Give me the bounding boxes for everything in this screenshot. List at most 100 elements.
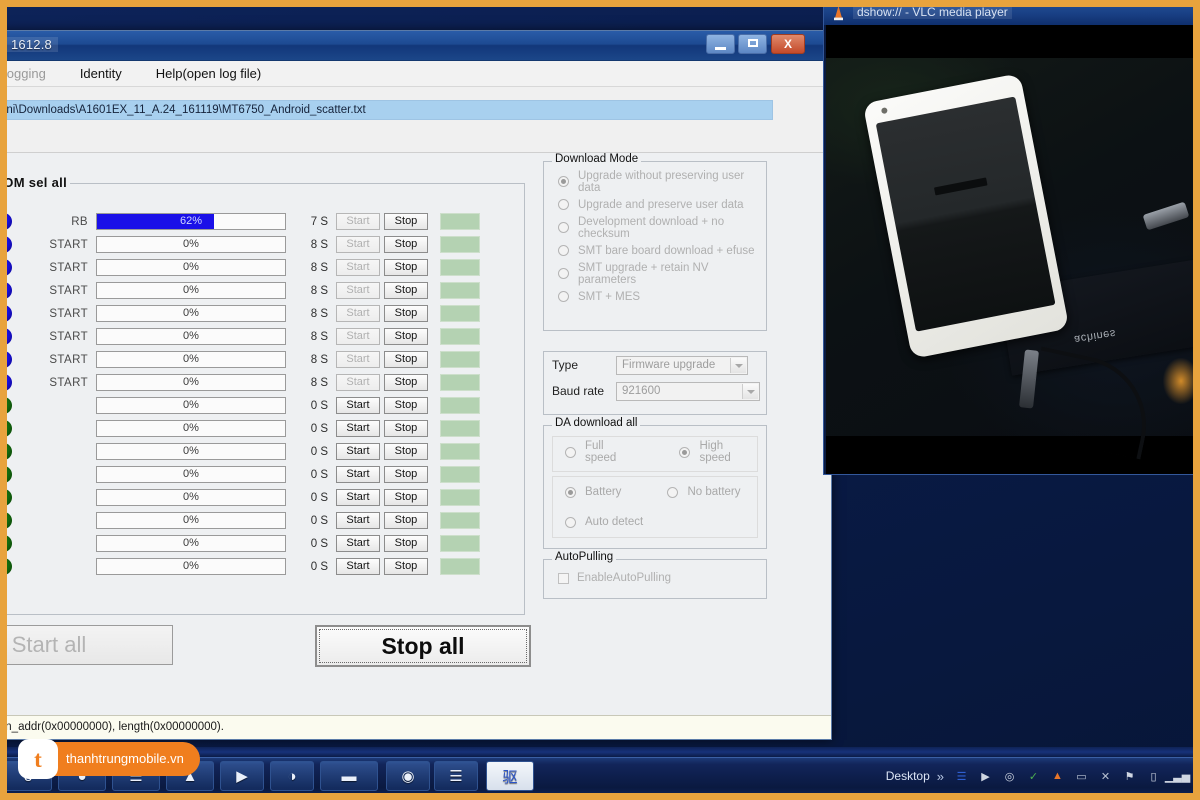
radio-button-icon[interactable]	[558, 245, 569, 256]
chevron-down-icon[interactable]	[730, 358, 746, 373]
download-mode-option[interactable]: Development download + no checksum	[544, 216, 766, 239]
maximize-button[interactable]	[738, 34, 767, 54]
radio-button-icon[interactable]	[558, 291, 569, 302]
minimize-button[interactable]	[706, 34, 735, 54]
taskbar-file-explorer-button[interactable]: ▬	[320, 761, 378, 791]
da-battery-option[interactable]: No battery	[667, 486, 740, 498]
port-start-button[interactable]: Start	[336, 535, 380, 552]
chevron-right-icon[interactable]: »	[937, 769, 944, 784]
scatter-file-path-field[interactable]: ers\arjuni\Downloads\A1601EX_11_A.24_161…	[0, 100, 773, 120]
port-stop-button[interactable]: Stop	[384, 558, 428, 575]
menu-identity[interactable]: Identity	[76, 64, 126, 83]
port-stop-button[interactable]: Stop	[384, 512, 428, 529]
taskbar-chinese-app-button[interactable]: 驱	[486, 761, 534, 791]
port-start-button[interactable]: Start	[336, 489, 380, 506]
enable-autopulling-row[interactable]: EnableAutoPulling	[544, 564, 766, 592]
radio-button-icon[interactable]	[558, 222, 569, 233]
download-mode-option[interactable]: SMT upgrade + retain NV parameters	[544, 262, 766, 285]
tray-flashtool-icon[interactable]: ☰	[953, 768, 970, 785]
port-stop-button[interactable]: Stop	[384, 328, 428, 345]
tray-signal-icon[interactable]: ▁▃▅	[1169, 768, 1186, 785]
tray-flag-icon[interactable]: ⚑	[1121, 768, 1138, 785]
port-progress-bar: 0%	[96, 351, 286, 368]
da-speed-option[interactable]: High speed	[679, 440, 757, 464]
port-stop-button[interactable]: Stop	[384, 213, 428, 230]
menu-help-open-log-file[interactable]: Help(open log file)	[152, 64, 266, 83]
port-progress-bar: 0%	[96, 397, 286, 414]
stop-all-button[interactable]: Stop all	[315, 625, 531, 667]
port-start-button[interactable]: Start	[336, 236, 380, 253]
flashtool-titlebar[interactable]: 1612.8 X	[0, 31, 831, 61]
da-battery-option[interactable]: Auto detect	[565, 516, 643, 528]
tray-shield-icon[interactable]: ✓	[1025, 768, 1042, 785]
port-stop-button[interactable]: Stop	[384, 305, 428, 322]
download-mode-option[interactable]: SMT + MES	[544, 285, 766, 308]
port-stop-button[interactable]: Stop	[384, 236, 428, 253]
tray-vlc-icon[interactable]: ▲	[1049, 768, 1066, 785]
port-stop-button[interactable]: Stop	[384, 443, 428, 460]
taskbar-chrome-button[interactable]: ◉	[386, 761, 430, 791]
flashtool-menubar: ebug Logging Identity Help(open log file…	[0, 61, 831, 87]
da-speed-option[interactable]: Full speed	[565, 440, 637, 464]
port-start-button[interactable]: Start	[336, 443, 380, 460]
radio-button-icon[interactable]	[565, 487, 576, 498]
port-stop-button[interactable]: Stop	[384, 489, 428, 506]
enable-autopulling-checkbox[interactable]	[558, 573, 569, 584]
radio-button-icon[interactable]	[667, 487, 678, 498]
port-stop-button[interactable]: Stop	[384, 259, 428, 276]
port-start-button[interactable]: Start	[336, 259, 380, 276]
baud-rate-select[interactable]: 921600	[616, 382, 760, 401]
tray-desktop-label[interactable]: Desktop	[886, 769, 930, 783]
taskbar-media-player-button[interactable]: ▶	[220, 761, 264, 791]
tray-network-icon[interactable]: ✕	[1097, 768, 1114, 785]
port-start-button[interactable]: Start	[336, 351, 380, 368]
port-start-button[interactable]: Start	[336, 374, 380, 391]
port-progress-bar: 0%	[96, 259, 286, 276]
download-mode-option[interactable]: Upgrade and preserve user data	[544, 193, 766, 216]
port-start-button[interactable]: Start	[336, 512, 380, 529]
flashtool-window-title: 1612.8	[5, 37, 58, 52]
download-mode-option[interactable]: Upgrade without preserving user data	[544, 170, 766, 193]
close-button[interactable]: X	[771, 34, 805, 54]
taskbar-clock-button[interactable]: ◑	[270, 761, 314, 791]
radio-button-icon[interactable]	[558, 199, 569, 210]
radio-button-icon[interactable]	[679, 447, 690, 458]
port-start-button[interactable]: Start	[336, 213, 380, 230]
download-mode-groupbox: Download Mode Upgrade without preserving…	[543, 161, 767, 331]
port-progress-percent: 0%	[97, 283, 285, 298]
port-stop-button[interactable]: Stop	[384, 282, 428, 299]
type-select[interactable]: Firmware upgrade	[616, 356, 748, 375]
menu-debug-logging[interactable]: ebug Logging	[0, 64, 50, 83]
port-stop-button[interactable]: Stop	[384, 535, 428, 552]
port-start-button[interactable]: Start	[336, 282, 380, 299]
port-start-button[interactable]: Start	[336, 420, 380, 437]
port-stop-button[interactable]: Stop	[384, 374, 428, 391]
port-stop-button[interactable]: Stop	[384, 466, 428, 483]
port-stop-button[interactable]: Stop	[384, 397, 428, 414]
port-stop-button[interactable]: Stop	[384, 420, 428, 437]
port-start-button[interactable]: Start	[336, 328, 380, 345]
video-usb-cable	[1023, 347, 1159, 460]
tray-disc-icon[interactable]: ◎	[1001, 768, 1018, 785]
download-mode-option[interactable]: SMT bare board download + efuse	[544, 239, 766, 262]
start-all-button[interactable]: Start all	[0, 625, 173, 665]
vlc-video-surface[interactable]: achines	[826, 25, 1199, 474]
port-row: START0%8 SStartStop	[0, 325, 524, 348]
radio-button-icon[interactable]	[558, 176, 569, 187]
tray-battery-icon[interactable]: ▯	[1145, 768, 1162, 785]
da-battery-option[interactable]: Battery	[565, 486, 621, 498]
tray-media-icon[interactable]: ▶	[977, 768, 994, 785]
port-result-box	[440, 420, 480, 437]
taskbar-sp-flash-tool-window-button[interactable]: ☰	[434, 761, 478, 791]
port-start-button[interactable]: Start	[336, 397, 380, 414]
port-elapsed-time: 0 S	[298, 446, 332, 458]
port-start-button[interactable]: Start	[336, 466, 380, 483]
radio-button-icon[interactable]	[565, 447, 576, 458]
port-start-button[interactable]: Start	[336, 558, 380, 575]
port-stop-button[interactable]: Stop	[384, 351, 428, 368]
port-start-button[interactable]: Start	[336, 305, 380, 322]
radio-button-icon[interactable]	[565, 517, 576, 528]
tray-monitor-icon[interactable]: ▭	[1073, 768, 1090, 785]
chevron-down-icon[interactable]	[742, 384, 758, 399]
radio-button-icon[interactable]	[558, 268, 569, 279]
